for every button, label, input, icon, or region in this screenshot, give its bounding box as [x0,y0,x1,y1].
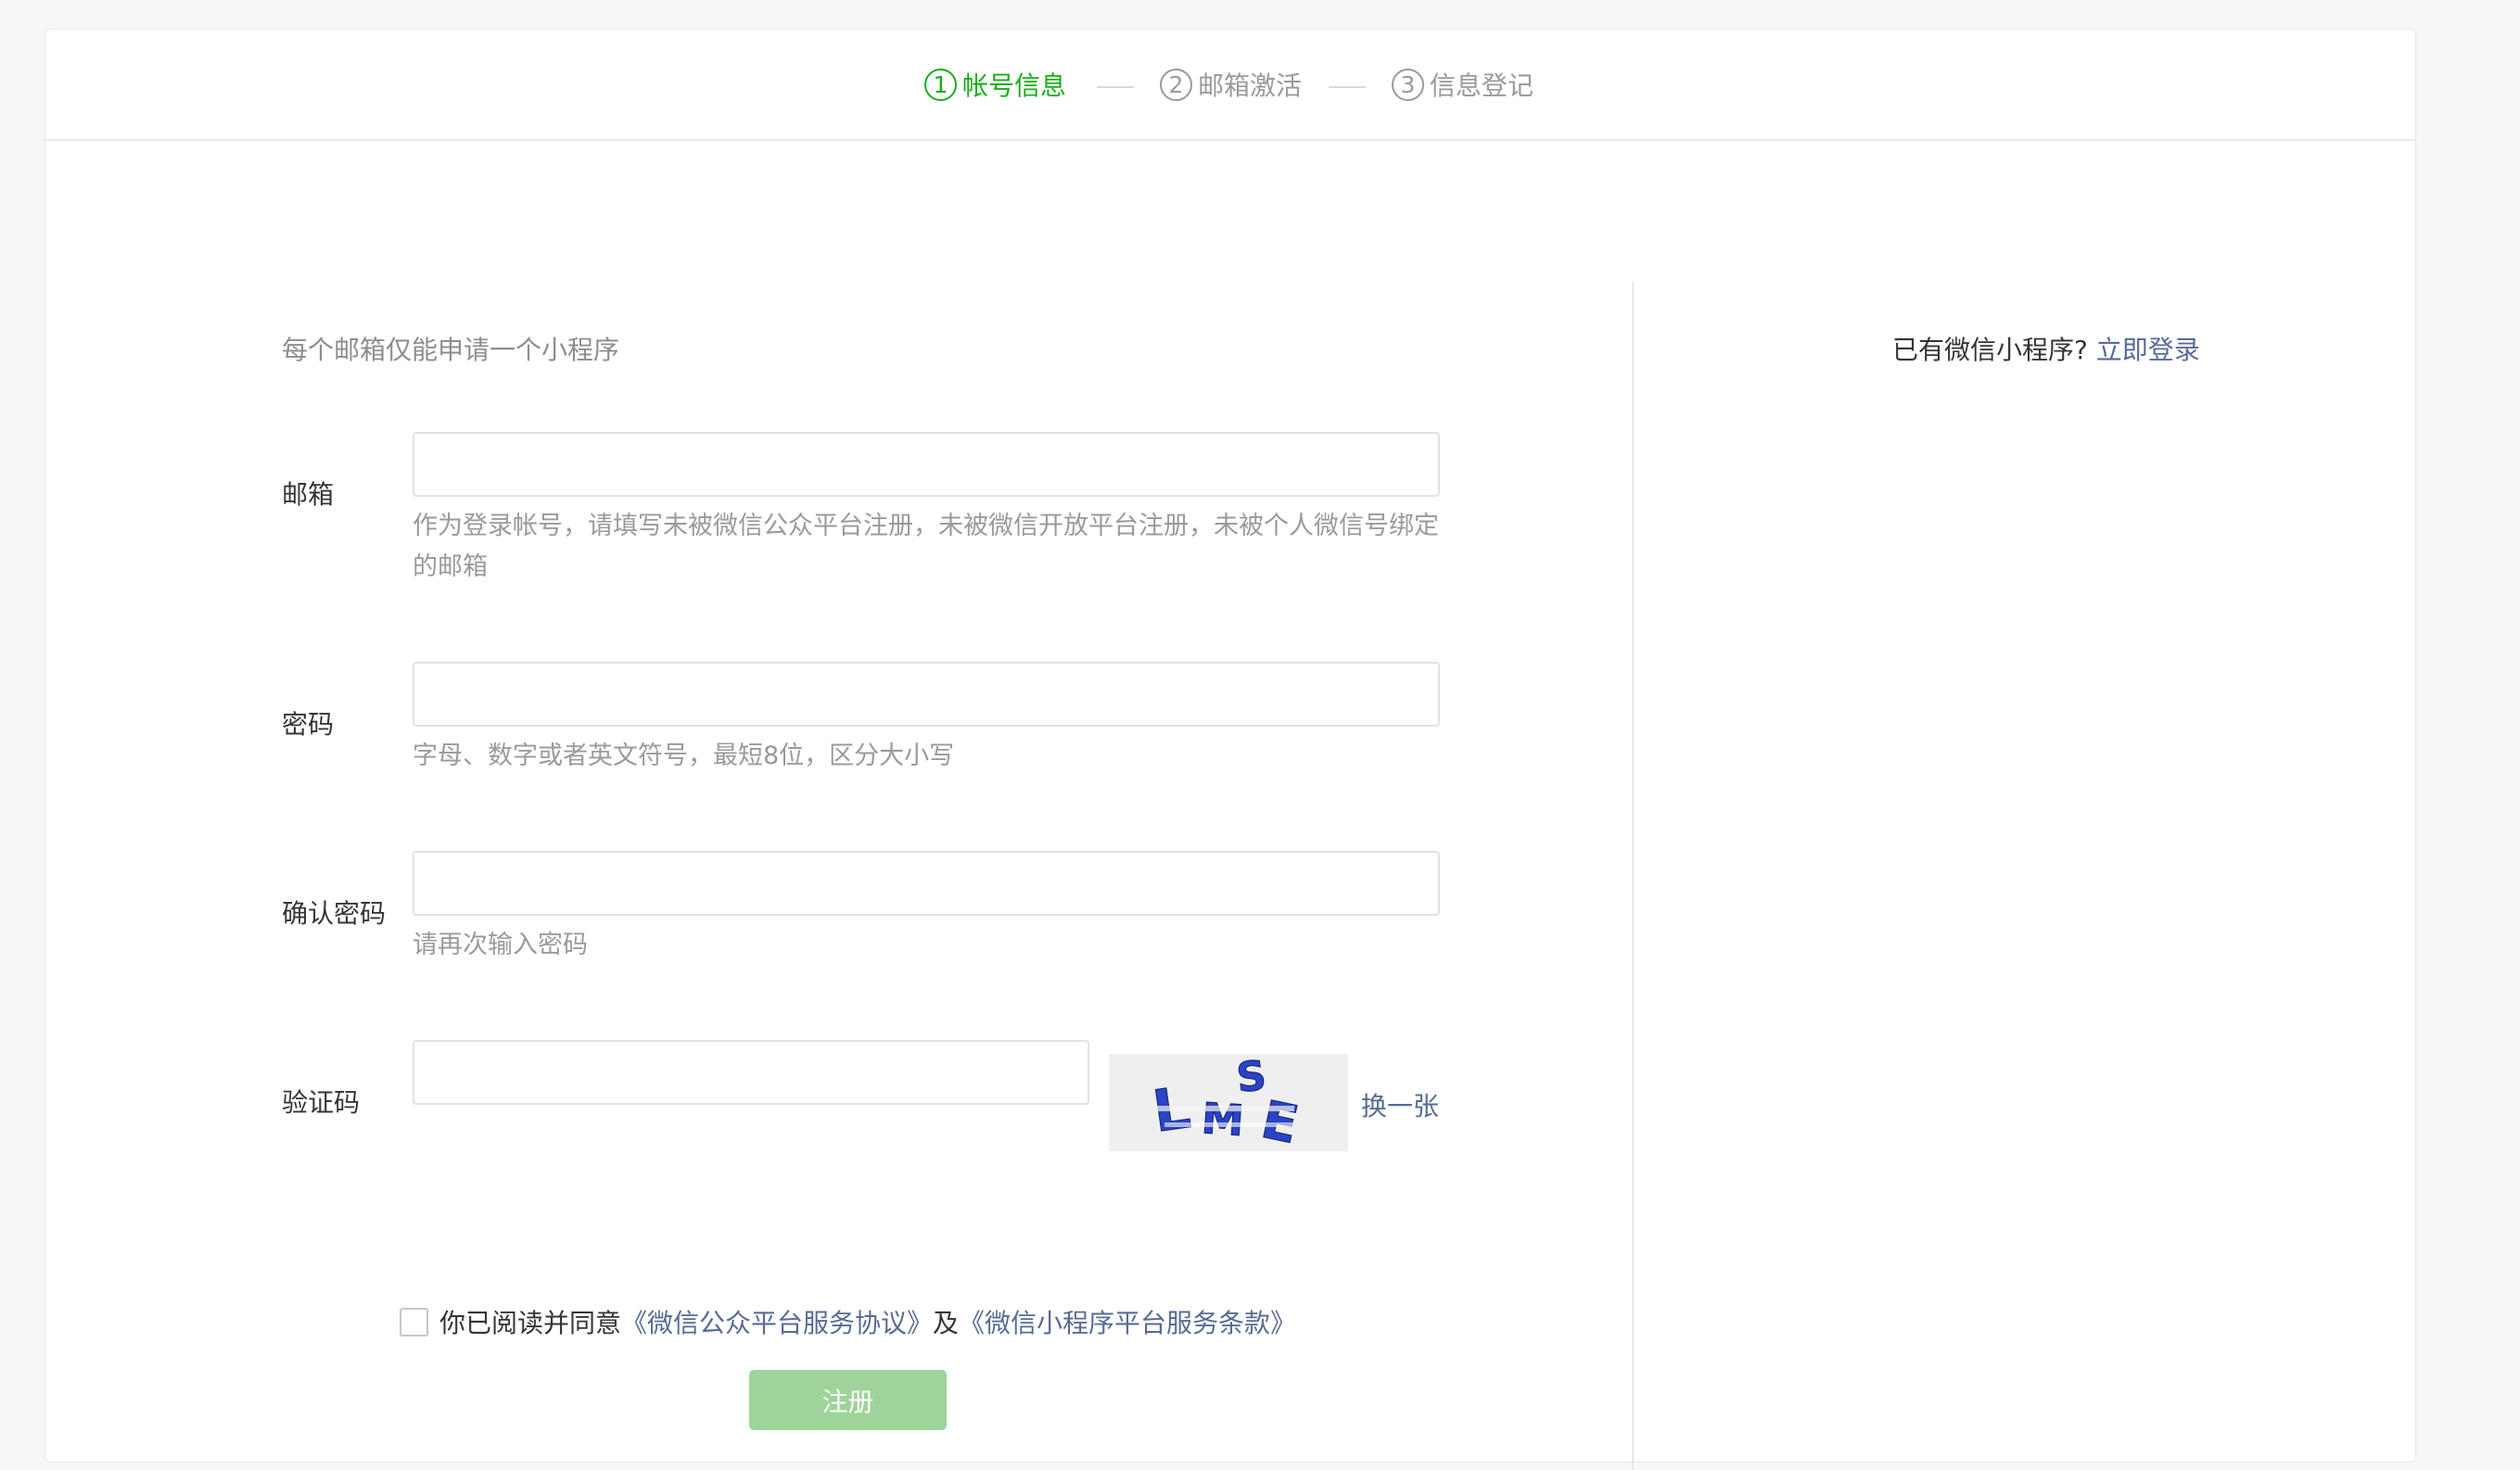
step-account-info: 1 帐号信息 [924,66,1066,103]
agreement-middle: 及 [933,1308,960,1338]
email-hint: 作为登录帐号，请填写未被微信公众平台注册，未被微信开放平台注册，未被个人微信号绑… [413,512,1439,581]
form-tip: 每个邮箱仅能申请一个小程序 [282,335,620,365]
login-prompt-text: 已有微信小程序? [1892,335,2088,365]
vertical-divider [1632,282,1634,1470]
confirm-password-hint: 请再次输入密码 [413,931,588,959]
step-info-registration: 3 信息登记 [1392,66,1534,103]
step-label: 邮箱激活 [1198,70,1303,101]
step-email-activation: 2 邮箱激活 [1160,66,1302,103]
step-connector [1329,86,1366,88]
captcha-image[interactable]: L M S E [1109,1054,1348,1151]
login-link[interactable]: 立即登录 [2096,335,2200,365]
email-label: 邮箱 [282,479,335,510]
register-button[interactable]: 注册 [749,1370,947,1430]
step-label: 帐号信息 [962,70,1067,101]
captcha-image-graphic: L M S E [1109,1054,1348,1151]
login-prompt: 已有微信小程序? 立即登录 [1892,330,2200,367]
step-indicator: 1 帐号信息 2 邮箱激活 3 信息登记 [45,30,2415,141]
confirm-password-input[interactable] [413,851,1440,916]
confirm-password-label: 确认密码 [282,898,387,929]
captcha-char: S [1234,1054,1268,1102]
captcha-label: 验证码 [282,1087,361,1118]
step-number-2: 2 [1160,68,1192,101]
register-card: 1 帐号信息 2 邮箱激活 3 信息登记 每个邮箱仅能申请一个小程序 邮箱 作为… [45,29,2416,1470]
password-hint: 字母、数字或者英文符号，最短8位，区分大小写 [413,741,955,770]
step-connector [1097,86,1134,88]
step-label: 信息登记 [1430,70,1534,101]
email-input[interactable] [413,432,1440,497]
step-number-3: 3 [1392,68,1424,101]
captcha-input[interactable] [413,1040,1089,1105]
agreement-row: 你已阅读并同意 《微信公众平台服务协议》 及 《微信小程序平台服务条款》 [400,1303,1296,1340]
agreement-prefix: 你已阅读并同意 [439,1308,622,1338]
miniprogram-terms-link[interactable]: 《微信小程序平台服务条款》 [959,1303,1296,1340]
captcha-refresh-link[interactable]: 换一张 [1361,1086,1439,1123]
password-input[interactable] [413,662,1440,727]
agreement-checkbox[interactable] [400,1307,428,1337]
step-number-1: 1 [924,68,957,101]
service-agreement-link[interactable]: 《微信公众平台服务协议》 [621,1303,933,1340]
password-label: 密码 [282,709,335,740]
